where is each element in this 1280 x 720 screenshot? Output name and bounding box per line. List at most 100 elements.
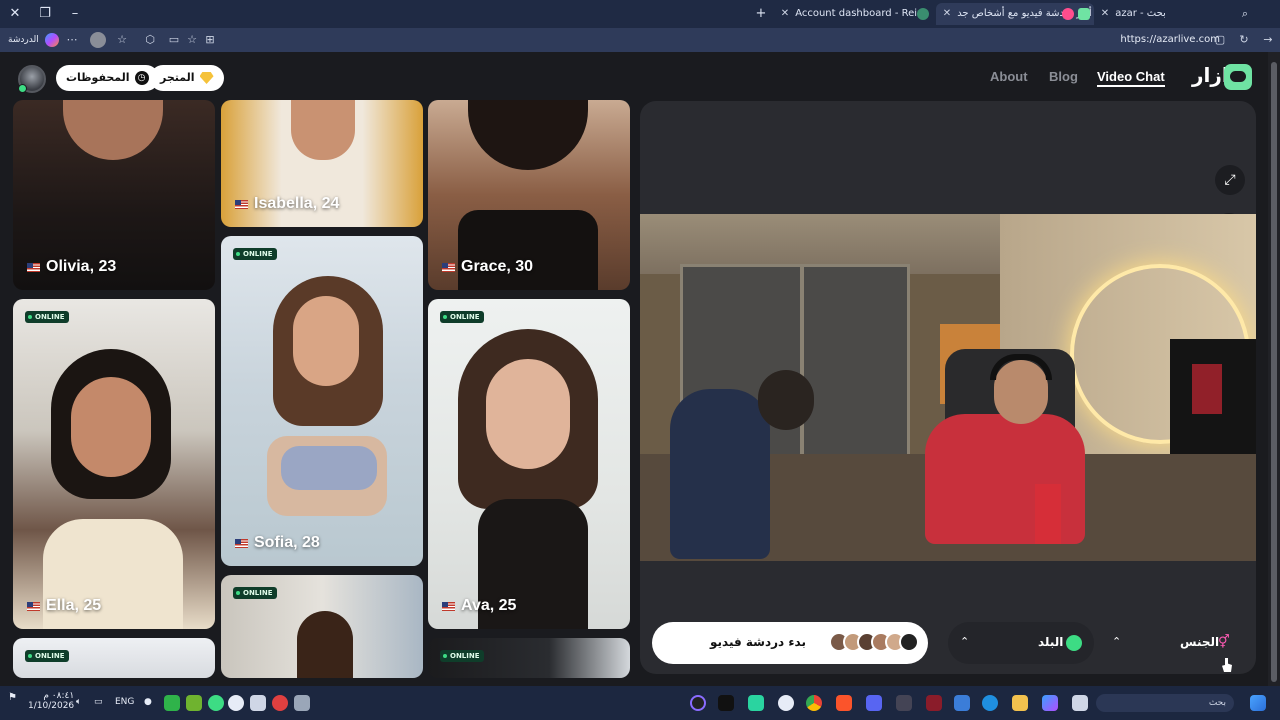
restore-window-icon[interactable]: ❐ xyxy=(36,5,54,23)
close-window-icon[interactable]: ✕ xyxy=(6,5,24,23)
country-label: البلد xyxy=(1038,635,1064,649)
pen-tray-icon[interactable] xyxy=(250,695,266,711)
volume-icon[interactable]: 🔈︎ xyxy=(76,697,81,707)
profile-label: Isabella, 24 xyxy=(235,195,339,213)
portrait-photo xyxy=(297,611,353,678)
profile-card-ava[interactable]: ONLINE Ava, 25 xyxy=(428,299,630,629)
copilot-chat-button[interactable]: الدردشة xyxy=(8,32,59,48)
copilot-app-icon[interactable] xyxy=(1042,695,1058,711)
address-bar[interactable]: https://azarlive.com xyxy=(1120,32,1220,48)
favorite-star-icon[interactable]: ☆ xyxy=(184,32,200,48)
game-icon[interactable] xyxy=(896,695,912,711)
nvidia-tray-icon[interactable] xyxy=(186,695,202,711)
feed-monitor-glow xyxy=(1192,364,1222,414)
shop-label: المتجر xyxy=(160,71,195,84)
search-icon[interactable]: ⌕ xyxy=(1236,5,1254,23)
minimize-window-icon[interactable]: – xyxy=(66,5,84,23)
tab-reincubate[interactable]: ✕ Account dashboard - Reincubate xyxy=(778,3,928,25)
discord-icon[interactable] xyxy=(866,695,882,711)
assistant-icon[interactable] xyxy=(690,695,706,711)
online-badge: ONLINE xyxy=(440,650,484,662)
new-tab-button[interactable]: + xyxy=(752,5,770,23)
profile-card-olivia[interactable]: Olivia, 23 xyxy=(13,100,215,290)
tab-close-icon[interactable]: ✕ xyxy=(778,3,792,25)
edge-icon[interactable] xyxy=(982,695,998,711)
file-explorer-icon[interactable] xyxy=(1012,695,1028,711)
brave-icon[interactable] xyxy=(836,695,852,711)
country-filter[interactable]: ⌃ البلد xyxy=(948,622,1094,664)
us-flag-icon xyxy=(442,262,455,272)
microphone-icon[interactable]: ● xyxy=(144,697,152,707)
portrait-top xyxy=(458,210,598,290)
profile-label: Ava, 25 xyxy=(442,597,516,615)
tab-close-icon[interactable]: ✕ xyxy=(1098,3,1112,25)
network-icon[interactable]: ▭ xyxy=(94,697,103,707)
chevron-up-icon: ⌃ xyxy=(1112,635,1122,648)
portrait-face xyxy=(293,296,359,386)
expand-icon[interactable]: ⤢ xyxy=(1215,165,1245,195)
online-badge: ONLINE xyxy=(233,248,277,260)
profile-icon[interactable] xyxy=(90,32,106,48)
nav-blog[interactable]: Blog xyxy=(1049,69,1078,84)
chrome-icon[interactable] xyxy=(806,695,822,711)
profile-card-partial[interactable]: ONLINE xyxy=(221,575,423,678)
nav-video-chat[interactable]: Video Chat xyxy=(1097,69,1165,87)
profile-card-isabella[interactable]: Isabella, 24 xyxy=(221,100,423,227)
online-dot-icon xyxy=(18,84,27,93)
task-view-icon[interactable] xyxy=(1072,695,1088,711)
azar-logo-icon[interactable] xyxy=(1224,64,1252,90)
tab-search[interactable]: ✕ azar - بحث xyxy=(1098,3,1188,25)
start-video-chat-button[interactable]: بدء دردشة فيديو xyxy=(652,622,928,664)
page-scrollbar[interactable] xyxy=(1268,52,1280,686)
camera-feed xyxy=(640,214,1256,561)
shop-button[interactable]: المتجر xyxy=(150,65,224,91)
video-chat-panel: ⤢ ✦ ☻ xyxy=(640,101,1256,674)
store-icon[interactable] xyxy=(954,695,970,711)
browser-tab-strip: ✕ ❐ – + ✕ Account dashboard - Reincubate… xyxy=(0,0,1280,28)
start-menu-icon[interactable] xyxy=(1250,695,1266,711)
record-tray-icon[interactable] xyxy=(272,695,288,711)
profile-card-sofia[interactable]: ONLINE Sofia, 28 xyxy=(221,236,423,566)
clock-tray-icon[interactable] xyxy=(228,695,244,711)
notifications-icon[interactable]: ⚑ xyxy=(8,692,17,703)
tab-close-icon[interactable]: ✕ xyxy=(940,3,954,25)
more-options-icon[interactable]: ⋯ xyxy=(64,32,80,48)
portrait-face xyxy=(71,377,151,477)
profile-label: Sofia, 28 xyxy=(235,534,320,552)
profile-name: Ella, 25 xyxy=(46,597,102,614)
extension-icon[interactable]: ⬡ xyxy=(142,32,158,48)
language-indicator[interactable]: ENG xyxy=(115,697,134,707)
taskbar-search[interactable]: بحث xyxy=(1096,694,1234,712)
tab-azar[interactable]: ✕ أزار دردشة فيديو مع أشخاص جد xyxy=(936,3,1094,25)
profile-card-partial[interactable]: ONLINE xyxy=(13,638,215,678)
portrait-face xyxy=(486,359,570,469)
azar-app-icon[interactable] xyxy=(748,695,764,711)
clock[interactable]: ٠٨:٤١ م 1/10/2026 xyxy=(28,691,74,711)
gender-label: الجنس xyxy=(1180,635,1220,649)
gender-filter[interactable]: ⌃ الجنس ⚥ xyxy=(1100,622,1246,664)
search-placeholder: بحث xyxy=(1208,698,1226,708)
scrollbar-thumb[interactable] xyxy=(1271,62,1277,682)
app-tray-icon[interactable] xyxy=(208,695,224,711)
profile-card-grace[interactable]: Grace, 30 xyxy=(428,100,630,290)
app-icon[interactable] xyxy=(718,695,734,711)
profile-card-ella[interactable]: ONLINE Ella, 25 xyxy=(13,299,215,629)
app-icon[interactable] xyxy=(926,695,942,711)
favorites-icon[interactable]: ☆ xyxy=(114,32,130,48)
site-info-icon[interactable]: ▢ xyxy=(1212,32,1228,48)
back-icon[interactable]: → xyxy=(1260,32,1276,48)
profile-card-partial[interactable]: ONLINE xyxy=(428,638,630,678)
settings-icon[interactable] xyxy=(778,695,794,711)
media-tray-icon[interactable] xyxy=(164,695,180,711)
portrait-photo xyxy=(291,100,355,160)
start-video-chat-label: بدء دردشة فيديو xyxy=(710,635,806,649)
profile-label: Ella, 25 xyxy=(27,597,101,615)
tool-tray-icon[interactable] xyxy=(294,695,310,711)
saved-button[interactable]: المحفوظات ◷ xyxy=(56,65,159,91)
nav-about[interactable]: About xyxy=(990,69,1028,84)
user-avatar[interactable] xyxy=(18,65,46,93)
split-screen-icon[interactable]: ▭ xyxy=(166,32,182,48)
extensions-icon[interactable]: ⊞ xyxy=(202,32,218,48)
refresh-icon[interactable]: ↻ xyxy=(1236,32,1252,48)
profile-name: Sofia, 28 xyxy=(254,534,320,551)
